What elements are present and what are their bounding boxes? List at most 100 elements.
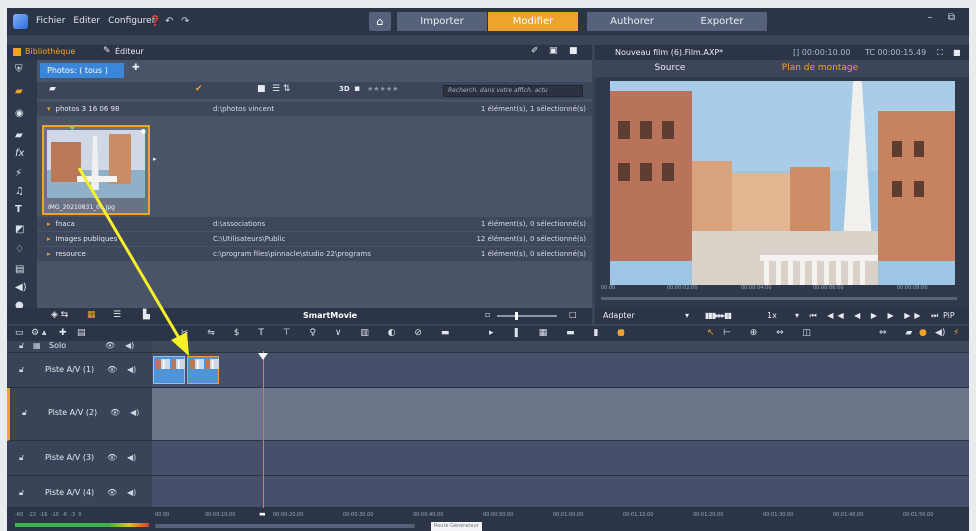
lock-icon[interactable]: 🔓︎ [19, 365, 24, 375]
track-name-1[interactable]: Piste A/V (1) [45, 365, 94, 374]
check-icon[interactable]: ✔ [195, 84, 203, 94]
zoom-slider-handle[interactable] [515, 312, 518, 320]
menu-editer[interactable]: Editer [73, 16, 100, 26]
tab-importer[interactable]: Importer [397, 12, 487, 31]
photos-filter-tab[interactable]: Photos: ( tous ) [40, 63, 124, 78]
pin-icon[interactable]: ✐ [531, 46, 539, 56]
record-icon[interactable]: ● [617, 328, 625, 338]
speaker-icon[interactable]: ◀) [127, 365, 136, 374]
track-name-3[interactable]: Piste A/V (3) [45, 453, 94, 462]
tag-icon[interactable]: ■ [257, 84, 266, 94]
tab-source[interactable]: Source [595, 60, 745, 77]
speed-label[interactable]: 1x [767, 308, 777, 324]
shuttle-icon[interactable]: ▮▮▮▸▸▸▮▮ [705, 308, 732, 324]
title-icon[interactable]: T [15, 204, 22, 215]
redo-icon[interactable]: ↷ [181, 16, 189, 27]
tab-authorer[interactable]: Authorer [587, 12, 677, 31]
volume-icon[interactable]: ◀) [935, 328, 945, 338]
view-toggle-icon[interactable]: ◈ ⇆ [51, 310, 68, 320]
menu-fichier[interactable]: Fichier [36, 16, 65, 26]
expand-icon[interactable]: ▸ [47, 220, 51, 228]
shield-icon[interactable]: ⛨ [15, 64, 23, 75]
playhead-handle-icon[interactable] [258, 353, 268, 360]
library-tab[interactable]: Bibliothèque [25, 47, 75, 56]
timeline-playhead[interactable] [263, 351, 264, 523]
rating-stars-icon[interactable]: ★★★★★ [367, 85, 398, 93]
editor-tab[interactable]: Éditeur [115, 47, 144, 56]
eye-icon[interactable]: 👁︎ [107, 365, 117, 374]
menu-icon[interactable]: ▤ [15, 264, 24, 275]
magic-icon[interactable]: ⚡ [953, 328, 959, 338]
eye-icon[interactable]: 👁︎ [107, 453, 117, 462]
lock-icon[interactable]: 🔓︎ [22, 408, 27, 418]
lock-icon[interactable]: 🔓︎ [19, 453, 24, 463]
pip-button[interactable]: PiP [943, 308, 955, 324]
expand-icon[interactable]: ▸ [47, 235, 51, 243]
speaker-icon[interactable]: ◀) [127, 453, 136, 462]
home-button[interactable]: ⌂ [369, 12, 391, 31]
lock-icon[interactable]: 🔓︎ [19, 488, 24, 498]
stereo-3d-icon[interactable]: 3D [339, 85, 350, 93]
timeline-scrollbar[interactable] [155, 524, 415, 528]
movie-icon[interactable]: ▙ [143, 310, 150, 320]
track-body-1[interactable] [152, 353, 969, 388]
grid-view-icon[interactable]: ▦ [87, 310, 96, 320]
fullscreen-icon[interactable]: ⛶ [937, 45, 943, 60]
photo-thumbnail[interactable]: ◆ ● IMG_20210831_0...jpg [42, 124, 150, 215]
snap-icon[interactable]: ● [919, 328, 927, 338]
list-item[interactable]: ▸ Images publiques C:\Utilisateurs\Public… [37, 232, 592, 246]
window-controls[interactable]: – ⧉ [928, 12, 961, 23]
list-view-icon[interactable]: ☰ [113, 310, 121, 320]
maximize-icon[interactable]: ■ [569, 46, 578, 56]
eye-icon[interactable]: 👁︎ [107, 488, 117, 497]
timeline-clip[interactable] [153, 356, 185, 384]
montage-icon[interactable]: ◩ [15, 224, 24, 235]
dropdown-icon[interactable]: ▾ [685, 308, 689, 324]
tab-exporter[interactable]: Exporter [677, 12, 767, 31]
player-scrubber[interactable] [601, 297, 957, 300]
card-menu-icon[interactable]: ● [141, 128, 146, 135]
timeline-view-icon[interactable]: ▭ [15, 328, 24, 338]
track-body-3[interactable] [152, 441, 969, 476]
zoom-slider[interactable] [497, 315, 557, 317]
fx-icon[interactable]: fx [15, 148, 24, 159]
expand-arrow-icon[interactable]: ▸ [153, 155, 157, 163]
tab-plan-de-montage[interactable]: Plan de montage [745, 60, 895, 77]
tab-modifier[interactable]: Modifier [488, 12, 578, 31]
expand-icon[interactable]: ▸ [47, 250, 51, 258]
restore-icon[interactable]: ▣ [549, 46, 558, 56]
filter-icon[interactable]: ▪ [354, 84, 360, 94]
solo-label[interactable]: Solo [49, 341, 66, 350]
edit-tools-icons[interactable]: ✂ ⇋ $ T ⊤ ♀ ∨ ▥ ◐ ⊘ ▬ [181, 328, 457, 338]
sound-icon[interactable]: ◀) [15, 282, 27, 293]
speaker-icon[interactable]: ◀) [130, 408, 139, 417]
marker-icon[interactable]: ▤ [77, 328, 86, 338]
smartmovie-button[interactable]: SmartMovie [303, 311, 357, 320]
track-name-2[interactable]: Piste A/V (2) [48, 408, 97, 417]
add-tab-icon[interactable]: ✚ [132, 63, 140, 73]
music-icon[interactable]: ♫ [15, 186, 24, 197]
player-maximize-icon[interactable]: ■ [953, 45, 961, 60]
add-track-icon[interactable]: ✚ [59, 328, 67, 338]
search-input[interactable]: Recherch. dans votre affich. actu [443, 85, 583, 97]
ruler-playhead-marker-icon[interactable]: ▬ [259, 510, 266, 518]
folder-icon[interactable]: ▰ [15, 86, 23, 97]
speaker-icon[interactable]: ◀) [127, 488, 136, 497]
right-tools-icons[interactable]: ⇔ ▰ [879, 328, 920, 338]
folder2-icon[interactable]: ▰ [15, 130, 23, 141]
track-body-4[interactable] [152, 476, 969, 508]
timeline-ruler[interactable]: -60 -22 -16 -10 -6 -3 0 00.00 00:00:10.0… [7, 508, 969, 531]
disc-icon[interactable]: ◉ [15, 108, 24, 119]
list-item[interactable]: ▸ resource c:\program files\pinnacle\stud… [37, 247, 592, 261]
solo-icon[interactable]: ▦ [33, 341, 41, 350]
sort-icon[interactable]: ☰ ⇅ [272, 84, 290, 94]
adapter-select[interactable]: Adapter [603, 308, 635, 324]
eye-icon[interactable]: 👁︎ [105, 341, 115, 350]
track-body-2[interactable] [152, 388, 969, 441]
marker-tools-icons[interactable]: ▸ ❚ ▦ ▬ ▮ ◼ [489, 328, 633, 338]
zoom-out-icon[interactable]: ▫ [485, 310, 490, 319]
transport-controls[interactable]: ▾ ⏮ ◀◀ ◀ ▶ ▶ ▶▶ ⏭ [795, 308, 942, 324]
zoom-in-icon[interactable]: □ [569, 310, 577, 319]
undo-icon[interactable]: ↶ [165, 16, 173, 27]
trim-tools-icons[interactable]: ⊢ ⊕ ⇔ ◫ [723, 328, 819, 338]
